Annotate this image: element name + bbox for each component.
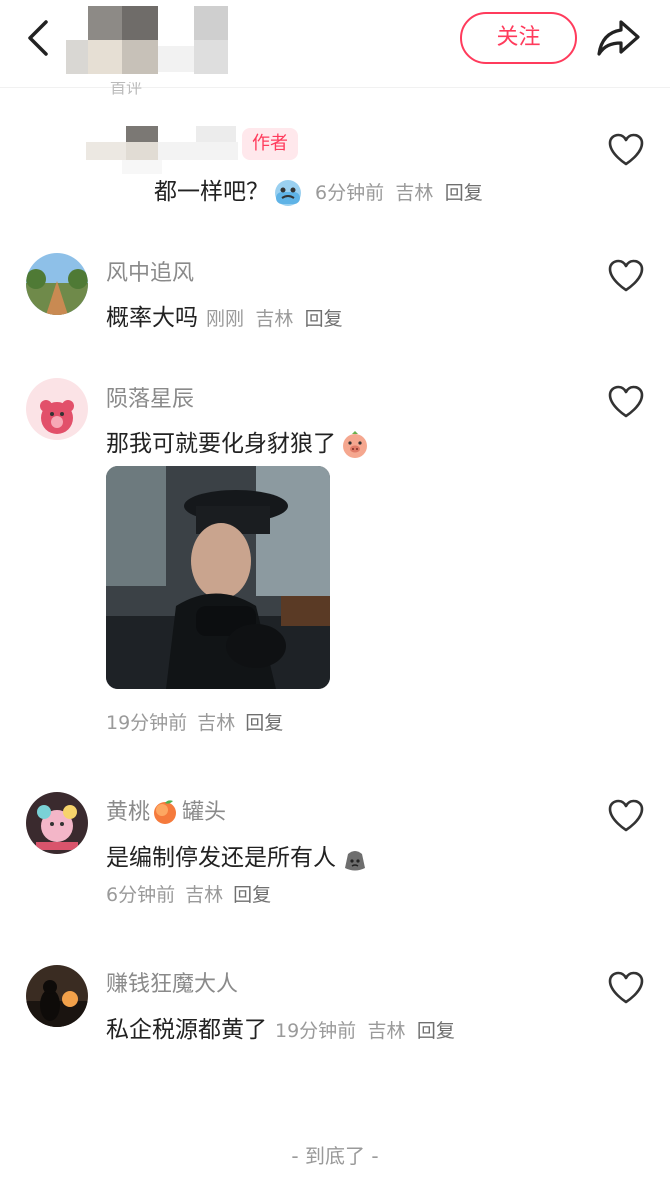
reply-button[interactable]: 回复 bbox=[233, 884, 271, 906]
top-bar: 关注 bbox=[0, 0, 670, 88]
pig-emoji bbox=[340, 430, 370, 460]
peach-emoji bbox=[151, 798, 181, 828]
end-of-list-label: - 到底了 - bbox=[291, 1144, 379, 1168]
reply-button[interactable]: 回复 bbox=[445, 182, 483, 204]
username[interactable]: 陨落星辰 bbox=[106, 381, 194, 413]
heart-icon[interactable] bbox=[607, 798, 645, 834]
comment-content: 是编制停发还是所有人 bbox=[106, 838, 374, 874]
comment-photo[interactable] bbox=[106, 466, 330, 689]
comment-text: 是编制停发还是所有人 bbox=[106, 845, 336, 871]
avatar[interactable] bbox=[26, 253, 88, 315]
comment-time: 刚刚 bbox=[206, 308, 245, 330]
username-part: 罐头 bbox=[182, 800, 227, 825]
reply-button[interactable]: 回复 bbox=[245, 712, 283, 734]
comment-content: 那我可就要化身豺狼了 bbox=[106, 424, 374, 460]
comment-content: 概率大吗 刚刚 吉林 回复 bbox=[106, 298, 343, 332]
comment-location: 吉林 bbox=[395, 182, 434, 204]
crying-emoji bbox=[273, 178, 303, 208]
comment-meta: 6分钟前 吉林 回复 bbox=[106, 880, 281, 907]
comment-text: 概率大吗 bbox=[106, 305, 198, 331]
comment-content: 都一样吧？ 6分钟前 吉林 回复 bbox=[154, 172, 483, 208]
comment-location: 吉林 bbox=[197, 712, 236, 734]
comment-time: 6分钟前 bbox=[106, 884, 176, 906]
comment-location: 吉林 bbox=[255, 308, 294, 330]
comment-meta: 19分钟前 吉林 回复 bbox=[106, 708, 293, 735]
bag-emoji bbox=[340, 844, 370, 874]
avatar[interactable] bbox=[26, 965, 88, 1027]
author-badge: 作者 bbox=[242, 128, 298, 160]
comment-content: 私企税源都黄了 19分钟前 吉林 回复 bbox=[106, 1010, 455, 1044]
cut-off-label: 首评 bbox=[110, 82, 143, 96]
follow-button[interactable]: 关注 bbox=[460, 12, 577, 64]
comment-text: 私企税源都黄了 bbox=[106, 1017, 267, 1043]
reply-button[interactable]: 回复 bbox=[305, 308, 343, 330]
back-icon[interactable] bbox=[20, 18, 60, 58]
comments-page: 关注 首评 作者 都一样吧？ 6分钟前 吉林 回复 风中追风 概率大吗 刚刚 吉… bbox=[0, 0, 670, 1200]
heart-icon[interactable] bbox=[607, 384, 645, 420]
avatar[interactable] bbox=[26, 792, 88, 854]
share-icon[interactable] bbox=[596, 16, 642, 60]
comment-time: 19分钟前 bbox=[106, 712, 188, 734]
comment-location: 吉林 bbox=[185, 884, 224, 906]
reply-button[interactable]: 回复 bbox=[417, 1020, 455, 1042]
comment-location: 吉林 bbox=[367, 1020, 406, 1042]
heart-icon[interactable] bbox=[607, 132, 645, 168]
comment-text: 那我可就要化身豺狼了 bbox=[106, 431, 336, 457]
username[interactable]: 黄桃 罐头 bbox=[106, 794, 226, 828]
comment-text: 都一样吧？ bbox=[154, 179, 269, 205]
comment-time: 6分钟前 bbox=[315, 182, 385, 204]
username[interactable]: 赚钱狂魔大人 bbox=[106, 966, 238, 998]
comment-time: 19分钟前 bbox=[275, 1020, 357, 1042]
heart-icon[interactable] bbox=[607, 258, 645, 294]
avatar[interactable] bbox=[26, 378, 88, 440]
author-avatar-blurred bbox=[86, 126, 242, 176]
username-part: 黄桃 bbox=[106, 800, 151, 825]
username[interactable]: 风中追风 bbox=[106, 255, 194, 287]
heart-icon[interactable] bbox=[607, 970, 645, 1006]
author-name-blurred bbox=[66, 6, 266, 80]
